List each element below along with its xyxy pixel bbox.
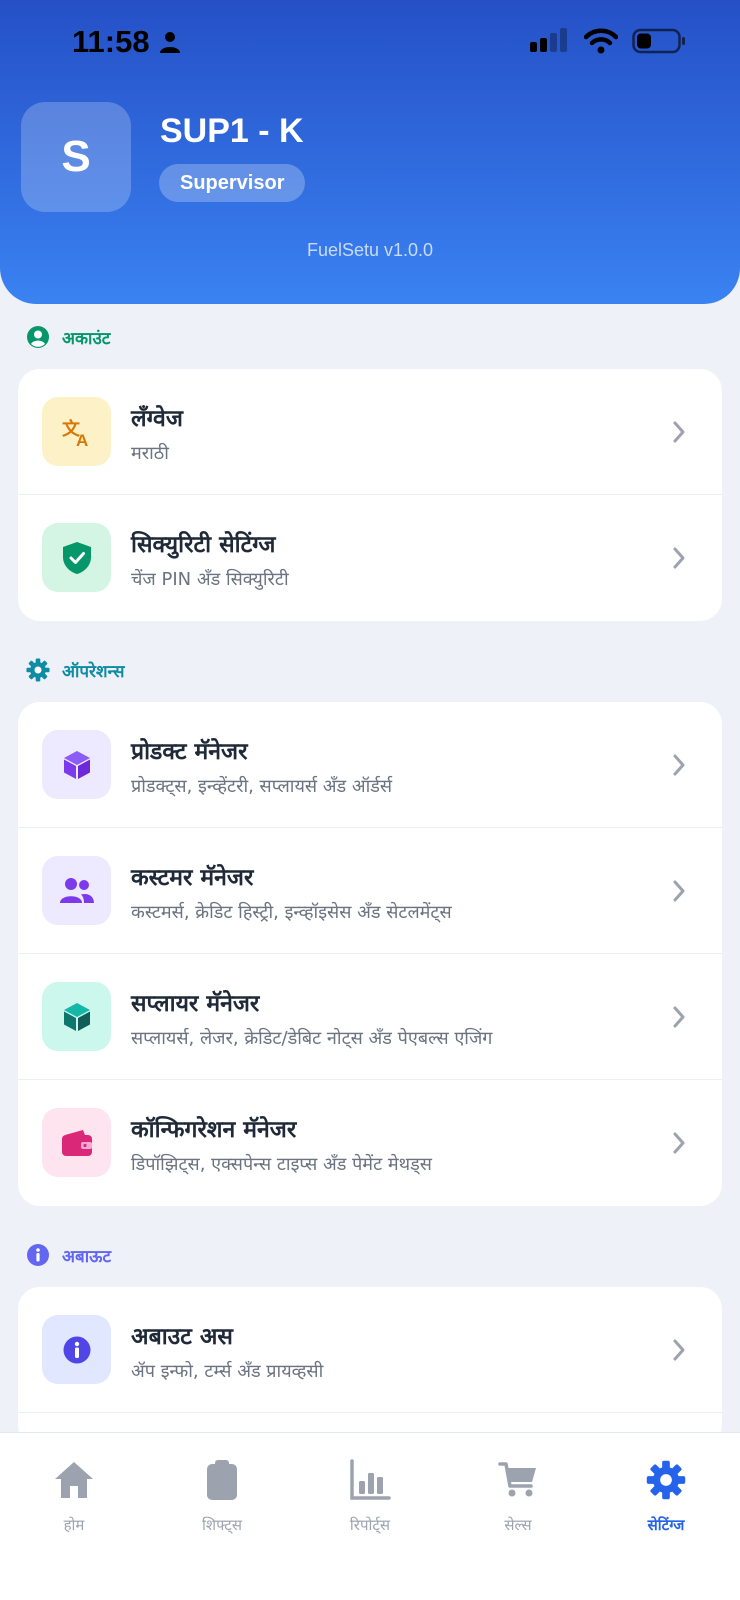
section-title-label: अबाऊट (62, 1246, 112, 1267)
gear-icon (26, 658, 50, 682)
row-title: लँग्वेज (131, 406, 183, 432)
nav-tab-home[interactable]: होम (0, 1433, 148, 1563)
row-title: कस्टमर मॅनेजर (131, 865, 254, 891)
row-subtitle: मराठी (131, 443, 169, 464)
translate-icon: 文 A (42, 397, 111, 466)
row-subtitle: कस्टमर्स, क्रेडिट हिस्ट्री, इन्व्हॉइसेस … (131, 902, 452, 923)
nav-label: शिफ्ट्स (201, 1516, 242, 1534)
nav-tab-shifts[interactable]: शिफ्ट्स (148, 1433, 296, 1563)
svg-text:A: A (76, 431, 88, 449)
row-title: अबाउट अस (131, 1324, 233, 1350)
status-bar-time: 11:58 (72, 24, 182, 60)
clipboard-icon (206, 1457, 238, 1503)
nav-tab-settings[interactable]: सेटिंग्ज (592, 1433, 740, 1563)
wallet-icon (42, 1108, 111, 1177)
section-title-label: ऑपरेशन्स (62, 661, 125, 682)
chevron-right-icon (666, 545, 692, 571)
nav-label: सेल्स (504, 1516, 532, 1534)
battery-icon (632, 28, 685, 54)
settings-row-customer-manager[interactable]: कस्टमर मॅनेजर कस्टमर्स, क्रेडिट हिस्ट्री… (18, 828, 722, 954)
app-version: FuelSetu v1.0.0 (306, 240, 434, 260)
clock-text: 11:58 (72, 24, 150, 59)
settings-row-configuration-manager[interactable]: कॉन्फिगरेशन मॅनेजर डिपॉझिट्स, एक्सपेन्स … (18, 1080, 722, 1206)
home-icon (53, 1457, 95, 1503)
row-subtitle: ॲप इन्फो, टर्म्स अँड प्रायव्हसी (131, 1361, 324, 1382)
row-subtitle: सप्लायर्स, लेजर, क्रेडिट/डेबिट नोट्स अँड… (131, 1028, 493, 1049)
info-icon (42, 1315, 111, 1384)
chevron-right-icon (666, 1130, 692, 1156)
about-card: अबाउट अस ॲप इन्फो, टर्म्स अँड प्रायव्हसी (18, 1287, 722, 1447)
chevron-right-icon (666, 1004, 692, 1030)
bar-chart-icon (349, 1457, 391, 1503)
nav-tab-sales[interactable]: सेल्स (444, 1433, 592, 1563)
box-icon (42, 982, 111, 1051)
settings-row-product-manager[interactable]: प्रोडक्ट मॅनेजर प्रोडक्ट्स, इन्व्हेंटरी,… (18, 702, 722, 828)
row-subtitle: डिपॉझिट्स, एक्सपेन्स टाइप्स अँड पेमेंट म… (131, 1154, 432, 1175)
person-icon (159, 32, 180, 53)
chevron-right-icon (666, 752, 692, 778)
info-icon (26, 1243, 50, 1267)
shield-check-icon (42, 523, 111, 592)
account-card: 文 A लँग्वेज मराठी सिक्युरिटी सेटिंग्ज चे… (18, 369, 722, 621)
users-icon (42, 856, 111, 925)
gear-icon (646, 1457, 686, 1503)
section-title-label: अकाउंट (62, 328, 111, 349)
section-title-account: अकाउंट (26, 325, 110, 349)
nav-tab-reports[interactable]: रिपोर्ट्स (296, 1433, 444, 1563)
cart-icon (498, 1457, 538, 1503)
settings-row-supplier-manager[interactable]: सप्लायर मॅनेजर सप्लायर्स, लेजर, क्रेडिट/… (18, 954, 722, 1080)
nav-label: रिपोर्ट्स (349, 1516, 391, 1534)
settings-row-security[interactable]: सिक्युरिटी सेटिंग्ज चेंज PIN अँड सिक्युर… (18, 495, 722, 621)
row-subtitle: चेंज PIN अँड सिक्युरिटी (131, 569, 289, 590)
row-title: प्रोडक्ट मॅनेजर (131, 739, 248, 765)
chevron-right-icon (666, 419, 692, 445)
wifi-icon (584, 28, 618, 54)
row-title: कॉन्फिगरेशन मॅनेजर (131, 1117, 297, 1143)
chevron-right-icon (666, 1337, 692, 1363)
row-title: सिक्युरिटी सेटिंग्ज (131, 532, 276, 558)
row-subtitle: प्रोडक्ट्स, इन्व्हेंटरी, सप्लायर्स अँड ऑ… (131, 776, 393, 797)
nav-label: सेटिंग्ज (647, 1516, 685, 1534)
status-bar-indicators (530, 28, 686, 54)
nav-label: होम (63, 1516, 85, 1534)
profile-header: 11:58 S SUP1 - K Supervisor FuelSetu v1.… (0, 0, 740, 304)
chevron-right-icon (666, 878, 692, 904)
account-circle-icon (26, 325, 50, 349)
section-title-operations: ऑपरेशन्स (26, 658, 125, 682)
section-title-about: अबाऊट (26, 1243, 111, 1267)
role-badge: Supervisor (159, 164, 306, 202)
avatar: S (21, 102, 131, 212)
row-title: सप्लायर मॅनेजर (131, 991, 260, 1017)
cube-icon (42, 730, 111, 799)
bottom-navigation: होम शिफ्ट्स रिपोर्ट्स सेल्स सेटिंग्ज (0, 1432, 740, 1600)
operations-card: प्रोडक्ट मॅनेजर प्रोडक्ट्स, इन्व्हेंटरी,… (18, 702, 722, 1206)
signal-icon (530, 28, 567, 52)
user-name: SUP1 - K (160, 112, 304, 150)
settings-row-language[interactable]: 文 A लँग्वेज मराठी (18, 369, 722, 495)
settings-row-about-us[interactable]: अबाउट अस ॲप इन्फो, टर्म्स अँड प्रायव्हसी (18, 1287, 722, 1413)
